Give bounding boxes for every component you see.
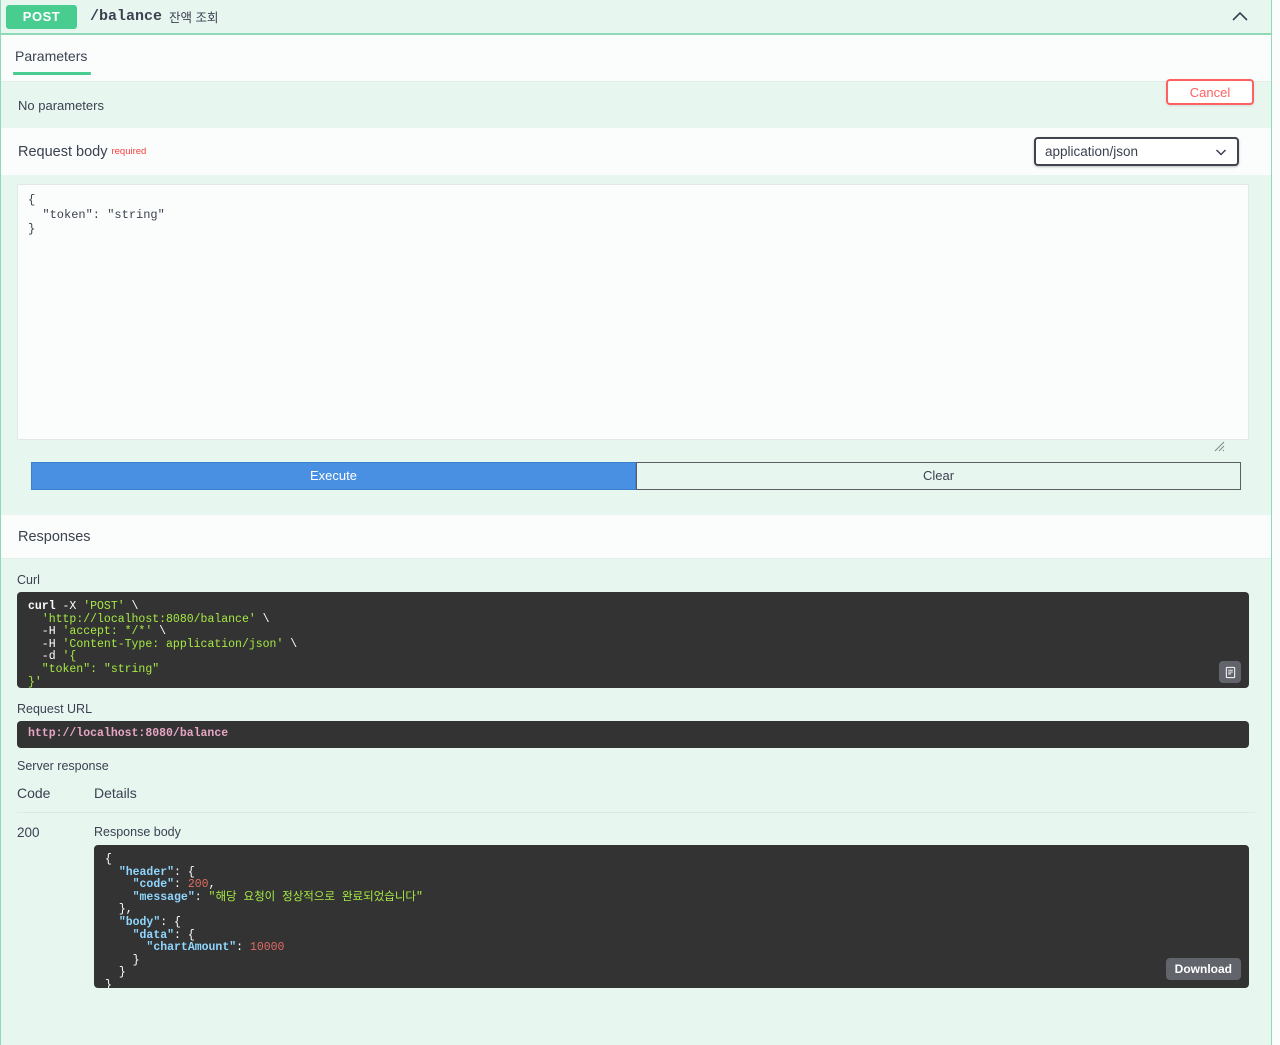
operation-block-post-balance: POST /balance 잔액 조회 Parameters Cancel No… — [0, 0, 1272, 1045]
responses-heading: Responses — [1, 515, 1271, 559]
resp-key-code: "code" — [132, 878, 175, 892]
request-url-label: Request URL — [17, 702, 93, 716]
curl-url: 'http://localhost:8080/balance' — [41, 612, 256, 626]
resp-key-body: "body" — [118, 915, 161, 929]
table-row: 200 Response body { "header": { "code": … — [17, 813, 1255, 988]
curl-label: Curl — [17, 573, 40, 587]
resp-sep-4: : — [194, 890, 209, 904]
operation-summary-bar[interactable]: POST /balance 잔액 조회 — [1, 0, 1271, 33]
clear-button[interactable]: Clear — [636, 462, 1241, 490]
resp-key-chartamount: "chartAmount" — [146, 941, 237, 955]
media-type-select[interactable]: application/json — [1034, 137, 1239, 166]
response-body-label: Response body — [94, 825, 181, 839]
resp-line-6-rest: : { — [160, 915, 181, 929]
no-parameters-text: No parameters — [1, 82, 1271, 128]
operation-path: /balance — [90, 8, 163, 25]
http-method-badge: POST — [6, 4, 77, 29]
operation-summary-description: 잔액 조회 — [169, 11, 219, 25]
curl-header-accept: 'accept: */*' — [62, 625, 153, 639]
resp-line-1: { — [105, 853, 112, 866]
request-body-title: Request body — [18, 143, 108, 160]
resp-comma-3: , — [208, 878, 216, 892]
resp-key-data: "data" — [132, 928, 175, 942]
request-body-textarea[interactable] — [17, 184, 1249, 440]
responses-area: Curl curl -X 'POST' \ 'http://localhost:… — [1, 559, 1271, 988]
resp-line-7-rest: : { — [174, 928, 195, 942]
resp-line-9: } — [132, 953, 140, 967]
resize-handle-icon[interactable] — [1213, 440, 1225, 452]
column-header-code: Code — [17, 785, 51, 801]
resp-value-chartamount: 10000 — [249, 941, 285, 955]
chevron-up-icon[interactable] — [1227, 4, 1253, 30]
curl-data-open: '{ — [62, 650, 77, 664]
request-body-editor-wrap — [1, 175, 1271, 452]
action-buttons-row: Execute Clear — [1, 450, 1271, 515]
curl-header-content-type: 'Content-Type: application/json' — [62, 637, 284, 651]
resp-line-2-rest: : { — [174, 865, 195, 879]
resp-line-11: } — [105, 978, 112, 988]
curl-method-flag: -X — [55, 600, 84, 613]
resp-value-message: "해당 요청이 정상적으로 완료되었습니다" — [208, 890, 423, 904]
media-type-selected-value: application/json — [1045, 144, 1139, 159]
resp-sep-8: : — [236, 941, 250, 955]
resp-line-10: } — [118, 966, 126, 980]
curl-method-value: 'POST' — [83, 600, 125, 613]
curl-data-flag: -d — [28, 650, 63, 664]
curl-line-continuation-3: \ — [152, 625, 167, 639]
request-url-block: http://localhost:8080/balance — [17, 721, 1249, 748]
download-button[interactable]: Download — [1165, 958, 1241, 980]
response-body-block: { "header": { "code": 200, "message": "해… — [94, 845, 1249, 988]
curl-data-token-line: "token": "string" — [28, 662, 160, 676]
resp-key-header: "header" — [118, 865, 175, 879]
chevron-down-icon — [1214, 145, 1228, 159]
execute-button[interactable]: Execute — [31, 462, 636, 490]
column-header-details: Details — [94, 785, 137, 801]
curl-header-flag-2: -H — [28, 637, 63, 651]
resp-value-code: 200 — [187, 878, 209, 892]
response-details: Response body { "header": { "code": 200,… — [94, 825, 1255, 988]
curl-header-flag-1: -H — [28, 625, 63, 639]
curl-data-close: }' — [28, 675, 42, 688]
curl-command: curl — [28, 600, 56, 613]
response-status-code: 200 — [17, 825, 40, 840]
request-url-value: http://localhost:8080/balance — [28, 727, 229, 740]
resp-sep-3: : — [174, 878, 188, 892]
resp-key-message: "message" — [132, 890, 195, 904]
curl-code-block: curl -X 'POST' \ 'http://localhost:8080/… — [17, 592, 1249, 688]
tab-row: Parameters Cancel — [1, 35, 1271, 105]
curl-line-continuation: \ — [124, 600, 139, 613]
request-body-header: Request body required application/json — [1, 128, 1271, 175]
curl-line-continuation-2: \ — [255, 612, 270, 626]
clipboard-copy-icon[interactable] — [1219, 661, 1241, 683]
tab-parameters[interactable]: Parameters — [12, 48, 92, 75]
cancel-button[interactable]: Cancel — [1166, 79, 1254, 105]
resp-line-5: }, — [118, 903, 133, 917]
response-table-header: Code Details — [17, 785, 1255, 813]
curl-line-continuation-4: \ — [283, 637, 298, 651]
required-badge: required — [111, 146, 147, 157]
server-response-label: Server response — [17, 759, 109, 773]
